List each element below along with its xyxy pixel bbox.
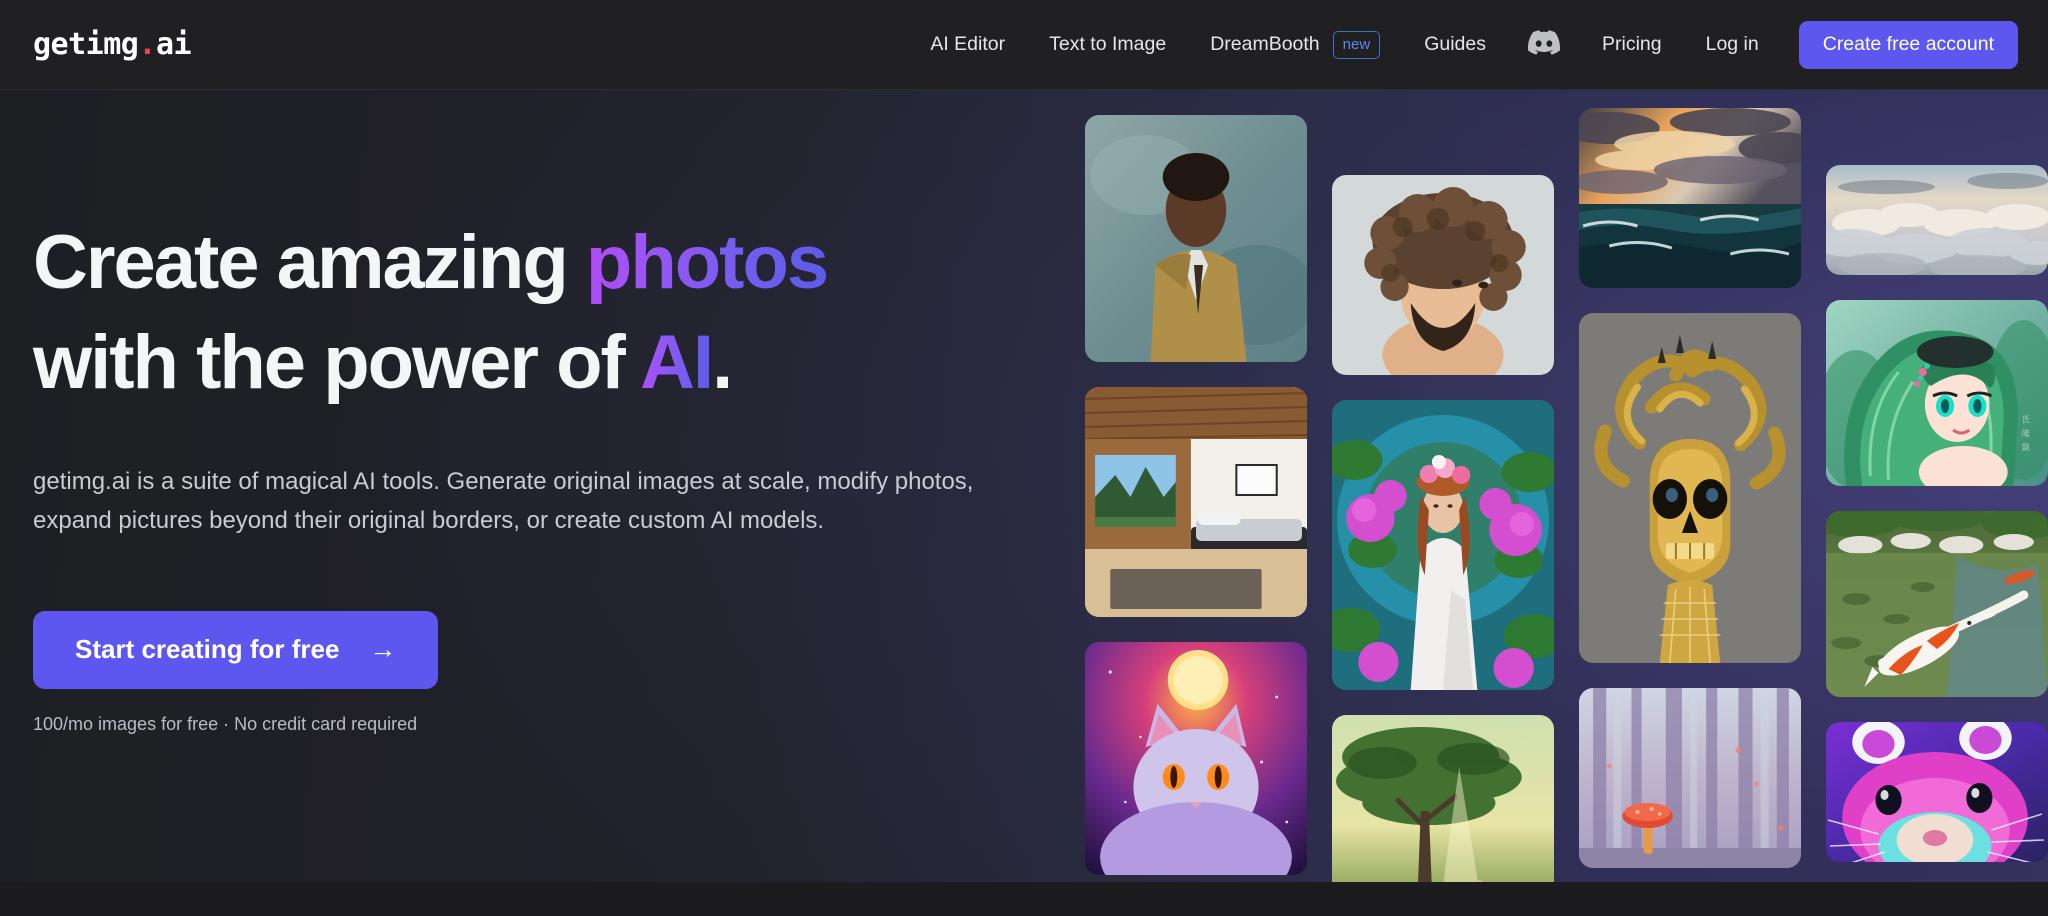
nav-item-dreambooth-label: DreamBooth bbox=[1210, 33, 1320, 55]
logo[interactable]: getimg.ai bbox=[33, 27, 192, 62]
gallery-image-cloudscape[interactable] bbox=[1826, 165, 2048, 275]
hero-description: getimg.ai is a suite of magical AI tools… bbox=[33, 468, 974, 534]
svg-text:氏: 氏 bbox=[2022, 415, 2030, 424]
gallery-column-3 bbox=[1579, 90, 1801, 882]
gallery-image-golden-medusa-skull[interactable] bbox=[1579, 313, 1801, 663]
arrow-right-icon: → bbox=[369, 634, 397, 665]
nav-item-dreambooth[interactable]: DreamBooth new bbox=[1188, 30, 1402, 59]
gallery-image-wooden-bedroom[interactable] bbox=[1085, 387, 1307, 617]
logo-dot: . bbox=[138, 27, 156, 62]
nav-item-ai-editor[interactable]: AI Editor bbox=[908, 34, 1027, 55]
hero-section: Create amazing photos with the power of … bbox=[0, 90, 2048, 882]
gallery-image-misty-forest-mushroom[interactable] bbox=[1579, 688, 1801, 868]
primary-navigation: AI Editor Text to Image DreamBooth new G… bbox=[908, 20, 2018, 69]
hero-copy: Create amazing photos with the power of … bbox=[33, 225, 1043, 735]
cta-subtext: 100/mo images for free · No credit card … bbox=[33, 713, 418, 734]
nav-item-text-to-image[interactable]: Text to Image bbox=[1027, 34, 1188, 55]
nav-item-login[interactable]: Log in bbox=[1684, 34, 1781, 55]
gallery-column-2 bbox=[1332, 90, 1554, 882]
logo-text: getimg bbox=[33, 27, 139, 62]
new-badge: new bbox=[1332, 30, 1381, 59]
headline-line1-highlight: photos bbox=[585, 220, 829, 305]
gallery-image-sunlit-tree[interactable] bbox=[1332, 715, 1554, 882]
page-footer-strip bbox=[0, 882, 2048, 916]
gallery-image-stormy-ocean[interactable] bbox=[1579, 108, 1801, 288]
headline-line2-plain: with the power of bbox=[33, 320, 641, 405]
gallery-column-1 bbox=[1085, 90, 1307, 882]
nav-item-guides[interactable]: Guides bbox=[1402, 34, 1508, 55]
svg-text:隆: 隆 bbox=[2022, 428, 2030, 438]
gallery-column-4: 氏隆飘 bbox=[1826, 90, 2048, 882]
gallery-image-koi-pond[interactable] bbox=[1826, 511, 2048, 697]
headline-line1-plain: Create amazing bbox=[33, 220, 586, 305]
headline-period: . bbox=[712, 320, 733, 405]
svg-text:飘: 飘 bbox=[2022, 443, 2030, 452]
start-creating-button[interactable]: Start creating for free → bbox=[33, 610, 439, 689]
discord-icon bbox=[1527, 29, 1560, 60]
image-gallery: 氏隆飘 bbox=[1085, 90, 2048, 882]
gallery-image-portrait-man-coat[interactable] bbox=[1085, 115, 1307, 362]
nav-item-pricing[interactable]: Pricing bbox=[1580, 34, 1684, 55]
page-title: Create amazing photos with the power of … bbox=[33, 225, 1043, 401]
gallery-image-cosmic-cat[interactable] bbox=[1085, 642, 1307, 875]
gallery-image-green-hair-anime[interactable]: 氏隆飘 bbox=[1826, 300, 2048, 486]
start-creating-label: Start creating for free bbox=[75, 634, 340, 665]
nav-item-discord[interactable] bbox=[1508, 29, 1580, 60]
gallery-image-curly-bearded-man[interactable] bbox=[1332, 175, 1554, 375]
gallery-image-flower-goddess[interactable] bbox=[1332, 400, 1554, 690]
headline-line2-highlight: AI bbox=[640, 320, 714, 405]
site-header: getimg.ai AI Editor Text to Image DreamB… bbox=[0, 0, 2048, 90]
logo-suffix: ai bbox=[155, 27, 192, 62]
gallery-image-neon-hamster[interactable] bbox=[1826, 722, 2048, 862]
create-free-account-button[interactable]: Create free account bbox=[1798, 20, 2018, 69]
